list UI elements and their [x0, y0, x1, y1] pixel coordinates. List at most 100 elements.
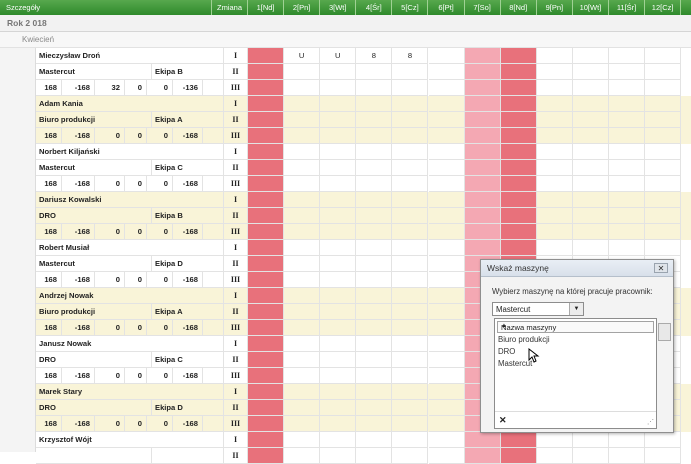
day-cell[interactable]: 8 — [392, 48, 429, 64]
month-group-row[interactable]: Kwiecień — [0, 32, 691, 48]
clear-icon[interactable]: ✕ — [499, 415, 507, 426]
day-column-header[interactable]: 6[Pt] — [429, 0, 465, 15]
day-cell[interactable] — [536, 64, 573, 80]
day-cell[interactable] — [320, 240, 357, 256]
day-cell[interactable] — [284, 416, 321, 432]
day-cell[interactable] — [609, 160, 646, 176]
day-cell[interactable] — [609, 112, 646, 128]
day-cell[interactable] — [500, 112, 537, 128]
day-cell[interactable] — [320, 96, 357, 112]
day-cell[interactable] — [536, 448, 573, 464]
day-cell[interactable] — [392, 288, 429, 304]
day-cell[interactable] — [428, 368, 465, 384]
day-cell[interactable] — [320, 304, 357, 320]
day-cell[interactable] — [428, 272, 465, 288]
day-cell[interactable] — [572, 144, 609, 160]
day-cell[interactable] — [645, 96, 682, 112]
day-cell[interactable] — [609, 64, 646, 80]
day-cell[interactable] — [428, 352, 465, 368]
day-column-header[interactable]: 2[Pn] — [284, 0, 321, 15]
day-cell[interactable] — [645, 112, 682, 128]
day-cell[interactable] — [356, 448, 393, 464]
day-cell[interactable] — [536, 128, 573, 144]
day-cell[interactable] — [572, 240, 609, 256]
day-cell[interactable] — [500, 224, 537, 240]
employee-machine-row[interactable]: Mastercut Ekipa C II — [36, 160, 691, 176]
day-cell[interactable] — [428, 160, 465, 176]
employee-machine-row[interactable]: Mastercut Ekipa B II — [36, 64, 691, 80]
day-cell[interactable] — [284, 256, 321, 272]
day-cell[interactable] — [356, 352, 393, 368]
day-cell[interactable] — [284, 432, 321, 448]
day-cell[interactable] — [284, 208, 321, 224]
resize-grip-icon[interactable]: ⋰ — [647, 418, 654, 426]
machine-select[interactable]: Mastercut ▼ — [492, 302, 584, 316]
day-cell[interactable] — [284, 80, 321, 96]
day-cell[interactable] — [464, 128, 501, 144]
day-cell[interactable] — [428, 128, 465, 144]
day-cell[interactable] — [536, 144, 573, 160]
employee-row[interactable]: Adam Kania I — [36, 96, 691, 112]
machine-name[interactable]: DRO — [36, 208, 152, 224]
day-cell[interactable] — [392, 96, 429, 112]
day-cell[interactable] — [428, 208, 465, 224]
machine-name[interactable] — [36, 448, 152, 464]
employee-stats-row[interactable]: 168 -168 0 0 0 -168 III — [36, 176, 691, 192]
day-cell[interactable] — [500, 240, 537, 256]
day-cell[interactable] — [464, 448, 501, 464]
day-cell[interactable] — [356, 384, 393, 400]
day-cell[interactable] — [572, 208, 609, 224]
day-cell[interactable] — [428, 144, 465, 160]
day-cell[interactable] — [320, 432, 357, 448]
day-cell[interactable] — [392, 112, 429, 128]
day-column-header[interactable]: 1[Nd] — [248, 0, 285, 15]
day-cell[interactable] — [572, 96, 609, 112]
employee-machine-row[interactable]: II — [36, 448, 691, 464]
day-cell[interactable] — [464, 96, 501, 112]
day-cell[interactable] — [284, 144, 321, 160]
day-cell[interactable] — [320, 160, 357, 176]
day-cell[interactable] — [248, 192, 285, 208]
day-cell[interactable] — [645, 176, 682, 192]
day-cell[interactable] — [356, 432, 393, 448]
day-cell[interactable] — [284, 64, 321, 80]
day-cell[interactable] — [428, 64, 465, 80]
day-cell[interactable] — [609, 96, 646, 112]
day-cell[interactable] — [392, 160, 429, 176]
day-cell[interactable] — [645, 64, 682, 80]
day-cell[interactable] — [248, 288, 285, 304]
day-cell[interactable] — [248, 96, 285, 112]
day-cell[interactable] — [500, 144, 537, 160]
day-cell[interactable] — [428, 384, 465, 400]
employee-stats-row[interactable]: 168 -168 0 0 0 -168 III — [36, 128, 691, 144]
day-cell[interactable] — [320, 176, 357, 192]
day-cell[interactable] — [572, 128, 609, 144]
day-cell[interactable] — [392, 240, 429, 256]
day-cell[interactable] — [609, 128, 646, 144]
day-cell[interactable] — [609, 448, 646, 464]
employee-stats-row[interactable]: 168 -168 0 0 0 -168 III — [36, 224, 691, 240]
day-cell[interactable] — [536, 192, 573, 208]
day-cell[interactable] — [609, 208, 646, 224]
day-cell[interactable] — [284, 400, 321, 416]
day-cell[interactable] — [392, 320, 429, 336]
day-cell[interactable] — [248, 272, 285, 288]
day-cell[interactable] — [392, 432, 429, 448]
day-cell[interactable] — [536, 240, 573, 256]
day-cell[interactable] — [356, 256, 393, 272]
day-cell[interactable] — [536, 432, 573, 448]
day-cell[interactable] — [284, 368, 321, 384]
day-cell[interactable] — [392, 352, 429, 368]
year-group-row[interactable]: Rok 2 018 — [0, 15, 691, 32]
day-cell[interactable] — [428, 432, 465, 448]
day-cell[interactable] — [284, 272, 321, 288]
day-cell[interactable] — [464, 64, 501, 80]
day-cell[interactable] — [392, 208, 429, 224]
employee-row[interactable]: Norbert Kiljański I — [36, 144, 691, 160]
day-cell[interactable] — [609, 240, 646, 256]
day-cell[interactable] — [284, 176, 321, 192]
day-cell[interactable] — [392, 80, 429, 96]
day-cell[interactable] — [645, 144, 682, 160]
day-cell[interactable] — [428, 320, 465, 336]
day-cell[interactable] — [248, 400, 285, 416]
